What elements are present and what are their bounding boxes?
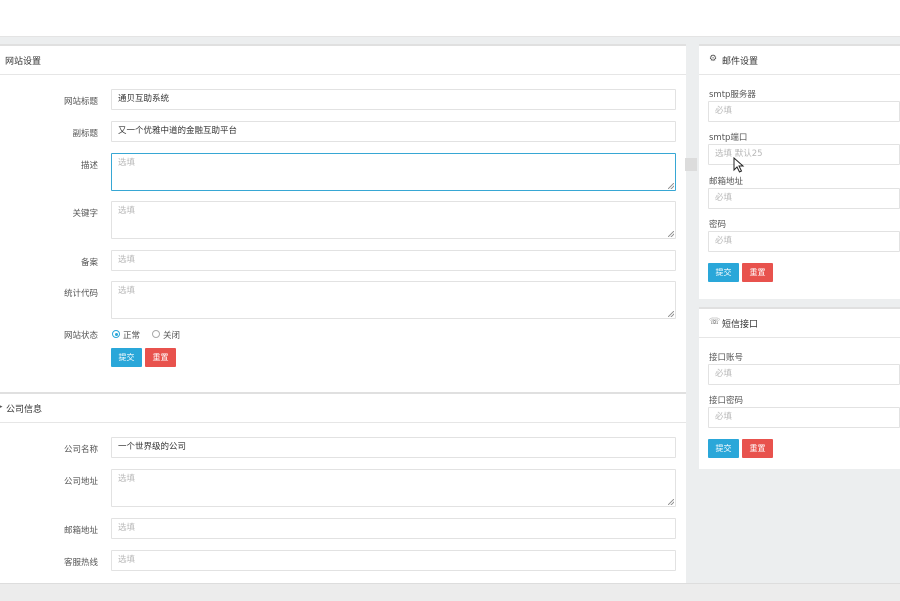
- subtitle-input[interactable]: 又一个优雅中道的金融互助平台: [111, 121, 676, 142]
- mail-reset-button[interactable]: 重置: [742, 263, 773, 282]
- smtp-server-label: smtp服务器: [709, 90, 756, 100]
- sms-api-header: ☏ 短信接口: [699, 309, 900, 338]
- site-settings-panel: 网站设置 网站标题 通贝互助系统 副标题 又一个优雅中道的金融互助平台 描述 选…: [0, 44, 686, 394]
- stats-code-label: 统计代码: [63, 289, 98, 299]
- mail-address-input[interactable]: 必填: [708, 188, 900, 209]
- sms-api-title: 短信接口: [722, 320, 759, 330]
- sms-submit-button[interactable]: 提交: [708, 439, 739, 458]
- resize-grip-icon[interactable]: [668, 499, 674, 505]
- company-name-input[interactable]: 一个世界级的公司: [111, 437, 676, 458]
- hotline-input[interactable]: 选填: [111, 550, 676, 571]
- site-status-label: 网站状态: [63, 331, 98, 341]
- sms-api-panel: ☏ 短信接口 接口账号 必填 接口密码 必填 提交 重置: [699, 307, 900, 469]
- api-password-input[interactable]: 必填: [708, 407, 900, 428]
- company-address-placeholder: 选填: [118, 474, 136, 484]
- site-submit-button[interactable]: 提交: [111, 348, 142, 367]
- mail-submit-button[interactable]: 提交: [708, 263, 739, 282]
- status-normal-label: 正常: [123, 331, 141, 341]
- company-info-panel: ▸ 公司信息 公司名称 一个世界级的公司 公司地址 选填 邮箱地址 选填 客服热…: [0, 392, 686, 586]
- description-placeholder: 选填: [118, 158, 136, 168]
- sms-reset-button[interactable]: 重置: [742, 439, 773, 458]
- icp-input[interactable]: 选填: [111, 250, 676, 271]
- mail-password-input[interactable]: 必填: [708, 231, 900, 252]
- smtp-port-label: smtp端口: [709, 133, 748, 143]
- subtitle-label: 副标题: [72, 129, 98, 139]
- site-title-input[interactable]: 通贝互助系统: [111, 89, 676, 110]
- top-bar: [0, 0, 900, 37]
- keywords-placeholder: 选填: [118, 206, 136, 216]
- scrollbar-thumb[interactable]: [685, 158, 697, 171]
- description-label: 描述: [80, 161, 98, 171]
- company-email-input[interactable]: 选填: [111, 518, 676, 539]
- keywords-label: 关键字: [72, 209, 98, 219]
- api-password-label: 接口密码: [709, 396, 744, 406]
- resize-grip-icon[interactable]: [668, 183, 674, 189]
- resize-grip-icon[interactable]: [668, 311, 674, 317]
- company-address-textarea[interactable]: 选填: [111, 469, 676, 507]
- mail-settings-title: 邮件设置: [722, 57, 759, 67]
- icp-label: 备案: [80, 258, 98, 268]
- site-settings-title: 网站设置: [5, 57, 42, 67]
- stats-code-placeholder: 选填: [118, 286, 136, 296]
- chat-icon: ☏: [709, 317, 721, 327]
- hotline-label: 客服热线: [63, 558, 98, 568]
- company-name-label: 公司名称: [63, 445, 98, 455]
- company-email-label: 邮箱地址: [63, 526, 98, 536]
- smtp-server-input[interactable]: 必填: [708, 101, 900, 122]
- keywords-textarea[interactable]: 选填: [111, 201, 676, 239]
- stats-code-textarea[interactable]: 选填: [111, 281, 676, 319]
- site-settings-header: 网站设置: [0, 46, 686, 75]
- api-account-input[interactable]: 必填: [708, 364, 900, 385]
- mail-settings-header: ⚙ 邮件设置: [699, 46, 900, 75]
- status-closed-radio[interactable]: [152, 330, 160, 338]
- api-account-label: 接口账号: [709, 353, 744, 363]
- mail-address-label: 邮箱地址: [709, 177, 744, 187]
- site-title-label: 网站标题: [63, 97, 98, 107]
- company-info-header: ▸ 公司信息: [0, 394, 686, 423]
- status-normal-radio[interactable]: [112, 330, 120, 338]
- description-textarea[interactable]: 选填: [111, 153, 676, 191]
- gear-icon: ⚙: [709, 54, 718, 64]
- resize-grip-icon[interactable]: [668, 231, 674, 237]
- company-info-title: 公司信息: [6, 405, 43, 415]
- site-reset-button[interactable]: 重置: [145, 348, 176, 367]
- mail-password-label: 密码: [709, 220, 727, 230]
- status-closed-label: 关闭: [163, 331, 181, 341]
- page-bottom-edge: [0, 583, 900, 601]
- mouse-cursor-icon: [733, 157, 745, 173]
- mail-settings-panel: ⚙ 邮件设置 smtp服务器 必填 smtp端口 选填 默认25 邮箱地址 必填…: [699, 44, 900, 299]
- company-address-label: 公司地址: [63, 477, 98, 487]
